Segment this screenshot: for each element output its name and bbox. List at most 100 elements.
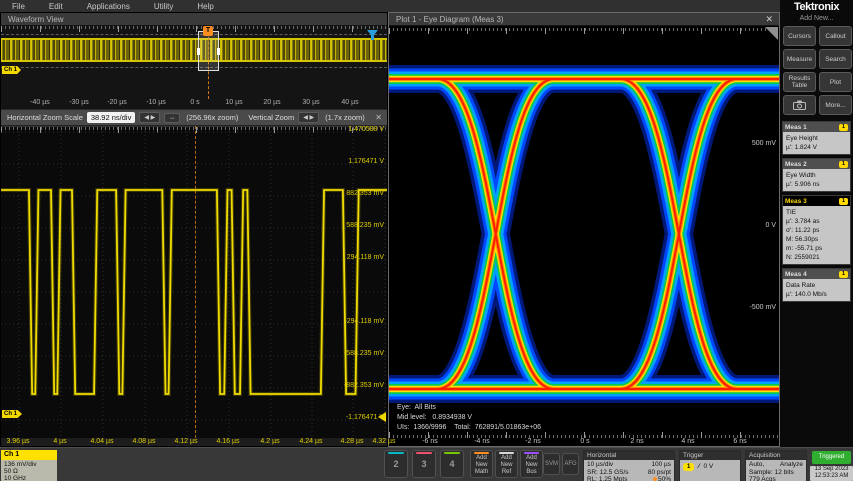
volt-axis-label: 882.353 mV	[346, 190, 384, 197]
record-overview[interactable]: T Ch 1 -40 µs-30 µs-20 µs-10 µs0 s10 µs2…	[1, 26, 387, 109]
acquisition-badge[interactable]: Acquisition Auto,Analyze Sample: 12 bits…	[745, 450, 807, 481]
volt-axis-label: -588.235 mV	[344, 350, 384, 357]
time-axis-label: 4.12 µs	[174, 438, 197, 445]
menu-item-help[interactable]: Help	[185, 2, 225, 11]
menu-bar: FileEditApplicationsUtilityHelp	[0, 0, 780, 12]
add-new-bus-button[interactable]: Add New Bus	[520, 450, 543, 478]
trigger-level-value: 0 V	[703, 463, 713, 471]
eye-diagram-pane: Plot 1 - Eye Diagram (Meas 3) ✕ Eye: All…	[388, 12, 780, 447]
acq-mode: Auto,	[749, 461, 764, 469]
ch1-termination: 50 Ω	[4, 468, 54, 475]
horizontal-badge[interactable]: Horizontal 10 µs/div100 µs SR: 12.5 GS/s…	[583, 450, 675, 481]
right-sidebar: Tektronix Add New... CursorsCalloutMeasu…	[780, 0, 853, 447]
volt-axis-label: -1.176471 V	[346, 414, 384, 421]
vzoom-arrows-button[interactable]: ◀ ▶	[298, 112, 319, 123]
channel-color-stripe	[416, 452, 432, 454]
close-icon[interactable]: ✕	[765, 13, 773, 26]
channel-2-button[interactable]: 2	[384, 450, 408, 478]
results-table-button[interactable]: Results Table	[783, 72, 816, 92]
afg-button[interactable]: AFG	[562, 453, 579, 475]
channel-3-button[interactable]: 3	[412, 450, 436, 478]
meas-badge-meas4[interactable]: Meas 41Data Rateµ': 140.0 Mb/s	[782, 268, 851, 302]
meas-badge-meas2[interactable]: Meas 21Eye Widthµ': 5.906 ns	[782, 158, 851, 192]
callout-button[interactable]: Callout	[819, 26, 852, 46]
eye-diagram-plot[interactable]	[389, 26, 779, 447]
meas-value-line: σ': 11.22 ps	[786, 226, 847, 235]
overview-axis-label: 20 µs	[263, 99, 280, 106]
ch1-badge[interactable]: Ch 1 136 mV/div 50 Ω 10 GHz	[1, 450, 57, 481]
add-color-stripe	[524, 452, 539, 454]
overview-axis-label: 10 µs	[225, 99, 242, 106]
add-new-ref-button[interactable]: Add New Ref	[495, 450, 518, 478]
edge-slope-icon: ∕	[698, 463, 699, 471]
eye-time-axis-label: 6 ns	[733, 438, 746, 445]
volt-axis-label: -294.118 mV	[344, 318, 384, 325]
zoom-window-right-handle[interactable]	[217, 48, 220, 55]
eye-volt-axis-label: 500 mV	[752, 140, 776, 147]
svm-button[interactable]: SVM	[543, 453, 560, 475]
time-axis-label: 4.04 µs	[90, 438, 113, 445]
vzoom-factor: (1.7x zoom)	[325, 113, 365, 122]
add-new-math-button[interactable]: Add New Math	[470, 450, 493, 478]
position-value: 50%	[658, 476, 671, 481]
meas-value-line: µ': 1.824 V	[786, 143, 847, 152]
hzoom-span-button[interactable]: ↔	[164, 113, 180, 123]
volt-axis-label: 1.176471 V	[348, 158, 384, 165]
vzoom-label: Vertical Zoom	[248, 113, 294, 122]
eye-plot-title: Plot 1 - Eye Diagram (Meas 3) ✕	[389, 13, 779, 26]
left-arrow-icon: ◀	[303, 115, 308, 121]
camera-icon	[793, 100, 806, 110]
hzoom-scale-value[interactable]: 38.92 ns/div	[87, 112, 135, 123]
menu-item-file[interactable]: File	[0, 2, 37, 11]
position-percent: 50%	[653, 476, 671, 481]
meas-badge-meas3[interactable]: Meas 31TIEµ': 3.784 asσ': 11.22 psM: 56.…	[782, 195, 851, 265]
overview-zoom-window[interactable]	[198, 31, 219, 71]
meas-value-line: Data Rate	[786, 281, 847, 290]
funnel-icon[interactable]	[367, 30, 379, 41]
triggered-status-button[interactable]: Triggered	[812, 451, 851, 464]
zoomed-waveform-plot[interactable]: Ch 1	[1, 126, 387, 438]
time-axis-label: 4.2 µs	[260, 438, 279, 445]
meas-source-chip: 1	[839, 124, 848, 131]
time-axis-label: 4.24 µs	[299, 438, 322, 445]
waveform-view-pane: Waveform View T Ch 1 -40 µs-30 µs-20 µs-…	[0, 12, 388, 447]
overview-ruler	[1, 26, 387, 32]
meas-badge-meas1[interactable]: Meas 11Eye Heightµ': 1.824 V	[782, 121, 851, 155]
plot-button[interactable]: Plot	[819, 72, 852, 92]
trigger-position-icon[interactable]: T	[203, 26, 213, 36]
zoom-window-left-handle[interactable]	[197, 48, 200, 55]
add-color-stripe	[474, 452, 489, 454]
acquisition-badge-title: Acquisition	[746, 451, 806, 460]
channel-color-stripe	[444, 452, 460, 454]
trigger-badge[interactable]: Trigger 1 ∕ 0 V	[679, 450, 741, 481]
volt-axis-label: 1.470588 V	[348, 126, 384, 133]
search-button[interactable]: Search	[819, 49, 852, 69]
cursors-button[interactable]: Cursors	[783, 26, 816, 46]
eye-time-axis-label: 4 ns	[681, 438, 694, 445]
screenshot-button[interactable]	[783, 95, 816, 115]
ch1-scale: 136 mV/div	[4, 461, 54, 468]
resize-corner-icon[interactable]	[765, 27, 778, 40]
menu-item-edit[interactable]: Edit	[37, 2, 75, 11]
brand-logo: Tektronix	[780, 0, 853, 13]
eye-time-axis-label: -6 ns	[422, 438, 438, 445]
zoom-toolbar: Horizontal Zoom Scale 38.92 ns/div ◀ ▶ ↔…	[1, 109, 387, 126]
channel-4-button[interactable]: 4	[440, 450, 464, 478]
meas-name: Meas 3	[785, 198, 807, 205]
meas-value-line: µ': 5.906 ns	[786, 180, 847, 189]
menu-item-applications[interactable]: Applications	[75, 2, 142, 11]
overview-dash-bottom	[1, 67, 387, 68]
position-dot-icon	[653, 477, 657, 481]
eye-time-axis-label: 0 s	[580, 438, 589, 445]
overview-axis-label: -10 µs	[146, 99, 166, 106]
more-button[interactable]: More...	[819, 95, 852, 115]
hzoom-factor: (256.96x zoom)	[186, 113, 238, 122]
measure-button[interactable]: Measure	[783, 49, 816, 69]
hzoom-arrows-button[interactable]: ◀ ▶	[139, 112, 160, 123]
zoom-close-icon[interactable]: ✕	[375, 113, 382, 122]
menu-item-utility[interactable]: Utility	[142, 2, 186, 11]
right-arrow-icon: ▶	[151, 115, 156, 121]
overview-axis-label: 30 µs	[302, 99, 319, 106]
overview-waveform	[1, 38, 387, 62]
eye-time-axis-label: 2 ns	[630, 438, 643, 445]
